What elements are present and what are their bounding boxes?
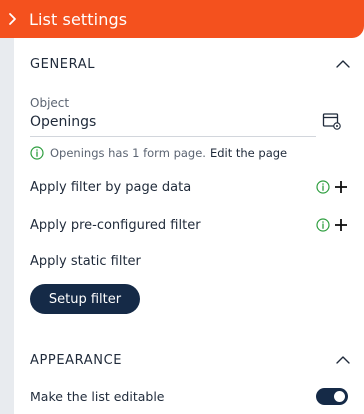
object-field[interactable]: Openings (30, 114, 96, 130)
appearance-section-title: APPEARANCE (30, 352, 123, 368)
appearance-section-header[interactable]: APPEARANCE (30, 348, 350, 372)
edit-page-link[interactable]: Edit the page (210, 146, 287, 160)
plus-icon[interactable] (334, 218, 348, 232)
static-filter-label: Apply static filter (30, 254, 141, 269)
object-info-text: Openings has 1 form page. (50, 146, 206, 160)
panel-header: List settings (0, 0, 364, 38)
panel-title: List settings (29, 9, 128, 29)
editable-toggle[interactable] (316, 387, 348, 405)
left-rail (0, 38, 14, 414)
chevron-right-icon[interactable] (3, 10, 21, 28)
info-circle-icon (30, 146, 44, 160)
object-label: Object (30, 96, 70, 110)
filter-by-page-data-row: Apply filter by page data (30, 177, 348, 197)
filter-by-page-data-label: Apply filter by page data (30, 179, 192, 195)
info-circle-icon[interactable] (316, 180, 330, 194)
info-circle-icon[interactable] (316, 218, 330, 232)
window-settings-icon[interactable] (322, 112, 342, 130)
object-info: Openings has 1 form page. Edit the page (30, 144, 287, 162)
toggle-knob (334, 390, 345, 402)
editable-row: Make the list editable (30, 386, 348, 406)
general-section-header[interactable]: GENERAL (30, 52, 350, 76)
chevron-up-icon[interactable] (336, 59, 350, 69)
pre-configured-filter-row: Apply pre-configured filter (30, 215, 348, 235)
general-section-title: GENERAL (30, 56, 96, 72)
object-field-underline (30, 136, 316, 137)
setup-filter-button[interactable]: Setup filter (30, 284, 140, 314)
plus-icon[interactable] (334, 180, 348, 194)
pre-configured-filter-label: Apply pre-configured filter (30, 217, 201, 233)
chevron-up-icon[interactable] (336, 355, 350, 365)
editable-label: Make the list editable (30, 388, 165, 404)
